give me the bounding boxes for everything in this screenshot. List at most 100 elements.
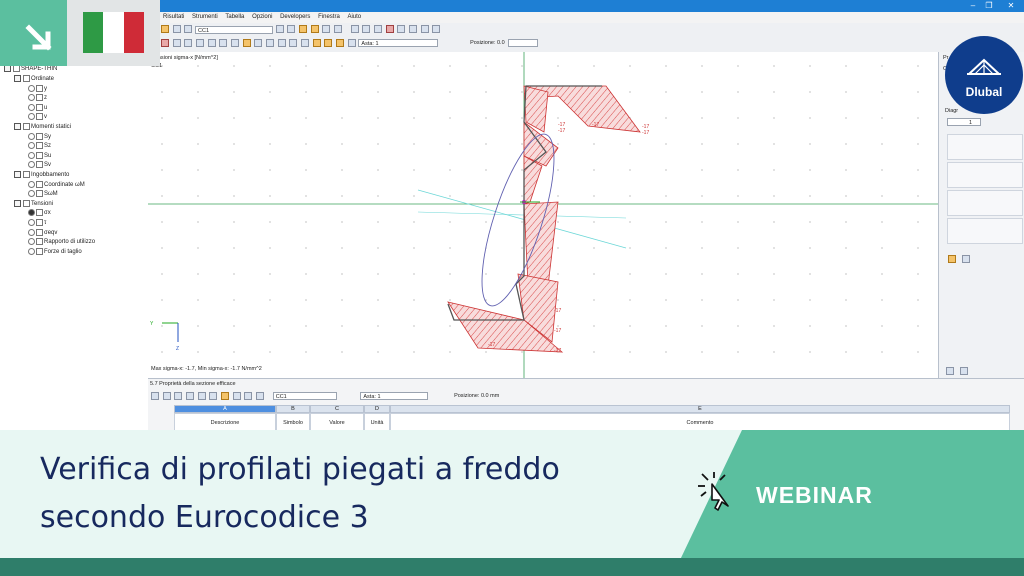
checkbox-icon[interactable]	[36, 94, 43, 102]
checkbox-icon[interactable]	[36, 103, 43, 111]
radio-icon[interactable]	[28, 238, 35, 246]
toolbar-button[interactable]	[289, 39, 298, 47]
table-case-select[interactable]: CC1	[272, 392, 337, 400]
radio-icon[interactable]	[28, 190, 35, 198]
checkbox-icon[interactable]	[36, 247, 43, 255]
toolbar-button[interactable]	[397, 24, 406, 33]
tree-group[interactable]: Ingobbamento	[14, 170, 69, 180]
checkbox-icon[interactable]	[36, 218, 43, 226]
tree-item[interactable]: v	[28, 112, 47, 122]
tree-item[interactable]: Rapporto di utilizzo	[28, 237, 95, 247]
toolbar-button[interactable]	[334, 24, 343, 33]
panel-nav-button[interactable]	[946, 367, 954, 375]
checkbox-icon[interactable]	[36, 151, 43, 159]
radio-icon[interactable]	[28, 228, 35, 236]
toolbar-button[interactable]	[242, 39, 251, 47]
tree-item[interactable]: Forze di taglio	[28, 247, 82, 257]
checkbox-icon[interactable]	[36, 132, 43, 140]
column-letter-e[interactable]: E	[390, 405, 1010, 413]
collapse-icon[interactable]	[14, 74, 21, 82]
tree-item[interactable]: Sv	[28, 160, 51, 170]
maximize-button[interactable]: ❐	[982, 0, 996, 12]
checkbox-icon[interactable]	[36, 161, 43, 169]
toolbar-button[interactable]	[161, 24, 169, 33]
panel-edit-button[interactable]	[948, 255, 956, 263]
collapse-icon[interactable]	[14, 199, 21, 207]
toolbar-button[interactable]	[362, 24, 371, 33]
toolbar-button[interactable]	[432, 24, 441, 33]
column-letter-a[interactable]: A	[174, 405, 276, 413]
table-tool-button[interactable]	[197, 392, 206, 400]
toolbar-button[interactable]	[420, 24, 429, 33]
checkbox-icon[interactable]	[36, 84, 43, 92]
checkbox-icon[interactable]	[23, 74, 30, 82]
toolbar-button[interactable]	[277, 39, 286, 47]
table-asta-select[interactable]: Asta: 1	[360, 392, 429, 400]
table-tool-button[interactable]	[232, 392, 241, 400]
radio-icon[interactable]	[28, 113, 35, 121]
toolbar-button[interactable]	[172, 39, 181, 47]
checkbox-icon[interactable]	[36, 190, 43, 198]
checkbox-icon[interactable]	[36, 238, 43, 246]
toolbar-button[interactable]	[196, 39, 205, 47]
toolbar-button[interactable]	[301, 39, 310, 47]
column-letter-c[interactable]: C	[310, 405, 364, 413]
column-letter-b[interactable]: B	[276, 405, 310, 413]
radio-icon[interactable]	[28, 218, 35, 226]
tree-group[interactable]: Tensioni	[14, 199, 53, 209]
checkbox-icon[interactable]	[36, 228, 43, 236]
table-tool-button[interactable]	[209, 392, 218, 400]
tree-item[interactable]: y	[28, 84, 47, 94]
toolbar-button[interactable]	[275, 24, 284, 33]
table-tool-button[interactable]	[221, 392, 230, 400]
load-case-select[interactable]: CC1	[195, 26, 274, 34]
tree-group[interactable]: Momenti statici	[14, 122, 71, 132]
table-tool-button[interactable]	[244, 392, 253, 400]
toolbar-button[interactable]	[219, 39, 228, 47]
close-button[interactable]: ✕	[1004, 0, 1018, 12]
table-tool-button[interactable]	[186, 392, 195, 400]
toolbar-button[interactable]	[266, 39, 275, 47]
radio-icon[interactable]	[28, 94, 35, 102]
radio-icon[interactable]	[28, 84, 35, 92]
table-tool-button[interactable]	[162, 392, 171, 400]
tree-group[interactable]: Ordinate	[14, 74, 54, 84]
toolbar-button[interactable]	[299, 24, 308, 33]
menu-strumenti[interactable]: Strumenti	[189, 12, 221, 23]
panel-help-button[interactable]	[962, 255, 970, 263]
checkbox-icon[interactable]	[36, 209, 43, 217]
diagram-scale-input[interactable]: 1	[947, 118, 981, 126]
tree-item[interactable]: Su	[28, 151, 51, 161]
posizione-input[interactable]	[508, 39, 539, 47]
collapse-icon[interactable]	[14, 122, 21, 130]
collapse-icon[interactable]	[14, 170, 21, 178]
toolbar-button[interactable]	[385, 24, 394, 33]
menu-finestra[interactable]: Finestra	[315, 12, 343, 23]
menu-opzioni[interactable]: Opzioni	[249, 12, 275, 23]
graphic-canvas[interactable]: Tensioni sigma-x [N/mm^2] CC1 -17 -17 -1…	[148, 52, 938, 378]
radio-icon[interactable]	[28, 247, 35, 255]
toolbar-button[interactable]	[254, 39, 263, 47]
menu-aiuto[interactable]: Aiuto	[344, 12, 364, 23]
radio-icon[interactable]	[28, 180, 35, 188]
table-tool-button[interactable]	[256, 392, 265, 400]
panel-nav-button[interactable]	[960, 367, 968, 375]
toolbar-button[interactable]	[350, 24, 359, 33]
radio-icon[interactable]	[28, 161, 35, 169]
checkbox-icon[interactable]	[36, 180, 43, 188]
minimize-button[interactable]: –	[966, 0, 980, 12]
asta-select[interactable]: Asta: 1	[358, 39, 439, 47]
radio-icon[interactable]	[28, 151, 35, 159]
menu-tabella[interactable]: Tabella	[222, 12, 247, 23]
checkbox-icon[interactable]	[36, 113, 43, 121]
toolbar-button[interactable]	[347, 39, 356, 47]
menu-risultati[interactable]: Risultati	[160, 12, 187, 23]
toolbar-button[interactable]	[184, 24, 193, 33]
tree-item[interactable]: Sy	[28, 132, 51, 142]
toolbar-button[interactable]	[207, 39, 216, 47]
radio-icon[interactable]	[28, 209, 35, 217]
toolbar-button[interactable]	[231, 39, 240, 47]
tree-item[interactable]: z	[28, 93, 47, 103]
toolbar-button[interactable]	[409, 24, 418, 33]
tree-item[interactable]: Coordinate ωM	[28, 180, 85, 190]
